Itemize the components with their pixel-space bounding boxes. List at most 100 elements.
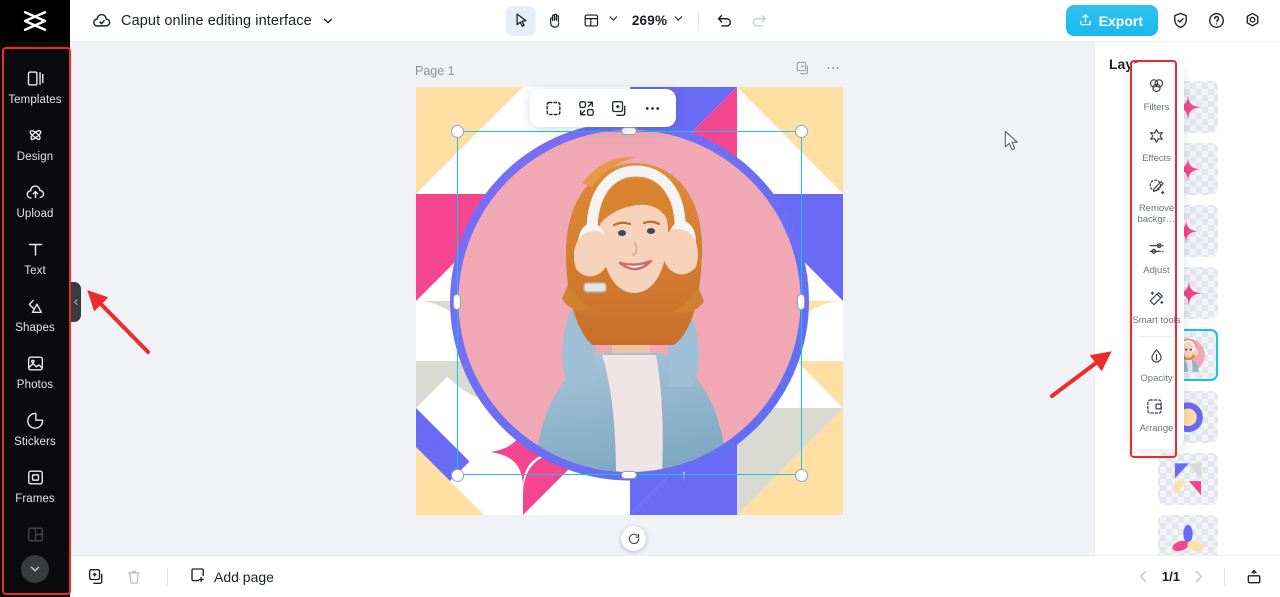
undo-button[interactable] <box>710 6 740 36</box>
page-actions <box>795 60 841 76</box>
chevron-down-icon <box>30 566 40 572</box>
resize-handle-tl[interactable] <box>451 125 464 138</box>
edit-panel-label: Smart tools <box>1132 315 1181 327</box>
sidebar-label: Stickers <box>14 436 56 448</box>
bottom-left-actions: Add page <box>70 565 274 589</box>
sidebar-item-frames[interactable]: Frames <box>0 457 70 514</box>
sidebar-label: Photos <box>16 379 54 391</box>
gear-settings-icon[interactable] <box>1238 7 1266 35</box>
hand-tool-button[interactable] <box>540 6 570 36</box>
effects-star-icon <box>1147 127 1166 151</box>
text-icon <box>24 238 46 260</box>
question-help-icon[interactable] <box>1202 7 1230 35</box>
list-item[interactable] <box>1158 515 1218 555</box>
image-edit-panel: Filters Effects Remove backgr… Adjust Sm <box>1129 62 1184 449</box>
sidebar-collapse-handle[interactable] <box>70 282 81 322</box>
bottom-bar: Add page 1/1 <box>70 555 1280 597</box>
export-button-label: Export <box>1098 12 1143 29</box>
smart-tools-wand-icon <box>1147 289 1166 313</box>
page-layout-icon[interactable] <box>576 6 606 36</box>
add-page-icon <box>189 566 207 587</box>
edit-panel-remove-background[interactable]: Remove backgr… <box>1129 170 1184 231</box>
layout-chevron-down-icon[interactable] <box>607 12 620 30</box>
edit-panel-label: Remove backgr… <box>1137 203 1176 225</box>
sidebar-label: Upload <box>16 208 54 220</box>
resize-handle-bottom[interactable] <box>621 471 637 479</box>
prev-page-button[interactable] <box>1135 568 1152 585</box>
delete-page-button[interactable] <box>122 565 146 589</box>
edit-panel-adjust[interactable]: Adjust <box>1129 232 1184 283</box>
chevron-left-icon <box>1139 570 1147 583</box>
upload-cloud-icon <box>24 181 46 203</box>
sidebar-item-photos[interactable]: Photos <box>0 343 70 400</box>
present-icon <box>1247 569 1261 583</box>
duplicate-icon[interactable] <box>605 94 634 123</box>
arrange-icon <box>1145 397 1168 421</box>
sidebar-item-text[interactable]: Text <box>0 229 70 286</box>
page-label: Page 1 <box>415 64 455 78</box>
edit-panel-effects[interactable]: Effects <box>1129 120 1184 171</box>
sidebar-item-more[interactable] <box>0 514 70 554</box>
artboard-page-1[interactable] <box>416 87 843 515</box>
app-logo[interactable] <box>0 0 70 42</box>
page-layout-button[interactable] <box>574 6 622 36</box>
rotate-handle-icon <box>628 533 639 544</box>
resize-handle-br[interactable] <box>795 469 808 482</box>
resize-handle-right[interactable] <box>797 294 805 310</box>
templates-icon <box>24 67 46 89</box>
sidebar-item-templates[interactable]: Templates <box>0 58 70 115</box>
sidebar-expand-button[interactable] <box>21 555 49 583</box>
more-dots-icon[interactable] <box>825 60 841 76</box>
select-tool-button[interactable] <box>505 5 536 36</box>
edit-panel-smart-tools[interactable]: Smart tools <box>1129 282 1184 333</box>
edit-panel-opacity[interactable]: Opacity <box>1129 340 1184 391</box>
shield-check-icon[interactable] <box>1166 7 1194 35</box>
document-title-group[interactable]: Caput online editing interface <box>92 11 335 31</box>
zoom-control[interactable]: 269% <box>626 12 687 30</box>
toolbar-divider <box>698 11 700 30</box>
sidebar-item-upload[interactable]: Upload <box>0 172 70 229</box>
zoom-chevron-down-icon[interactable] <box>672 12 685 30</box>
canvas-workspace[interactable]: Page 1 <box>70 42 1094 555</box>
resize-handle-top[interactable] <box>621 127 637 135</box>
frames-icon <box>24 466 46 488</box>
list-item[interactable] <box>1158 453 1218 505</box>
next-page-button[interactable] <box>1190 568 1207 585</box>
triangles-layer-thumb <box>1174 463 1201 496</box>
zoom-level-value[interactable]: 269% <box>628 13 671 28</box>
redo-button[interactable] <box>744 6 774 36</box>
edit-panel-arrange[interactable]: Arrange <box>1129 390 1184 441</box>
sidebar-item-stickers[interactable]: Stickers <box>0 400 70 457</box>
remove-background-icon <box>1147 177 1166 201</box>
export-button[interactable]: Export <box>1065 5 1158 36</box>
sidebar-item-design[interactable]: Design <box>0 115 70 172</box>
object-float-toolbar <box>530 89 676 127</box>
edit-panel-label: Filters <box>1143 102 1170 113</box>
resize-handle-tr[interactable] <box>795 125 808 138</box>
layers-panel: Layers <box>1094 42 1280 555</box>
rotate-handle-button[interactable] <box>621 526 646 551</box>
sidebar-item-shapes[interactable]: Shapes <box>0 286 70 343</box>
duplicate-page-button[interactable] <box>84 565 108 589</box>
duplicate-page-icon <box>88 569 102 584</box>
add-page-button[interactable]: Add page <box>189 566 274 587</box>
top-toolbar: Caput online editing interface 269% Expo… <box>0 0 1280 42</box>
resize-handle-bl[interactable] <box>451 469 464 482</box>
edit-panel-filters[interactable]: Filters <box>1129 69 1184 120</box>
duplicate-page-icon[interactable] <box>795 60 811 76</box>
layers-list <box>1095 81 1280 555</box>
resize-handle-left[interactable] <box>453 294 461 310</box>
upload-export-icon <box>1078 12 1093 30</box>
bottom-right-divider <box>1224 567 1225 586</box>
photos-icon <box>24 352 46 374</box>
chevron-down-icon[interactable] <box>321 14 335 28</box>
page-indicator: 1/1 <box>1161 569 1180 584</box>
crop-select-icon[interactable] <box>539 94 568 123</box>
more-dots-icon[interactable] <box>638 94 667 123</box>
present-button[interactable] <box>1242 565 1266 589</box>
left-sidebar: Templates Design Upload Text Shapes Phot… <box>0 42 70 597</box>
replace-swap-icon[interactable] <box>572 94 601 123</box>
document-title[interactable]: Caput online editing interface <box>121 13 312 29</box>
mouse-pointer-icon <box>1004 130 1018 151</box>
add-page-label: Add page <box>214 568 274 585</box>
